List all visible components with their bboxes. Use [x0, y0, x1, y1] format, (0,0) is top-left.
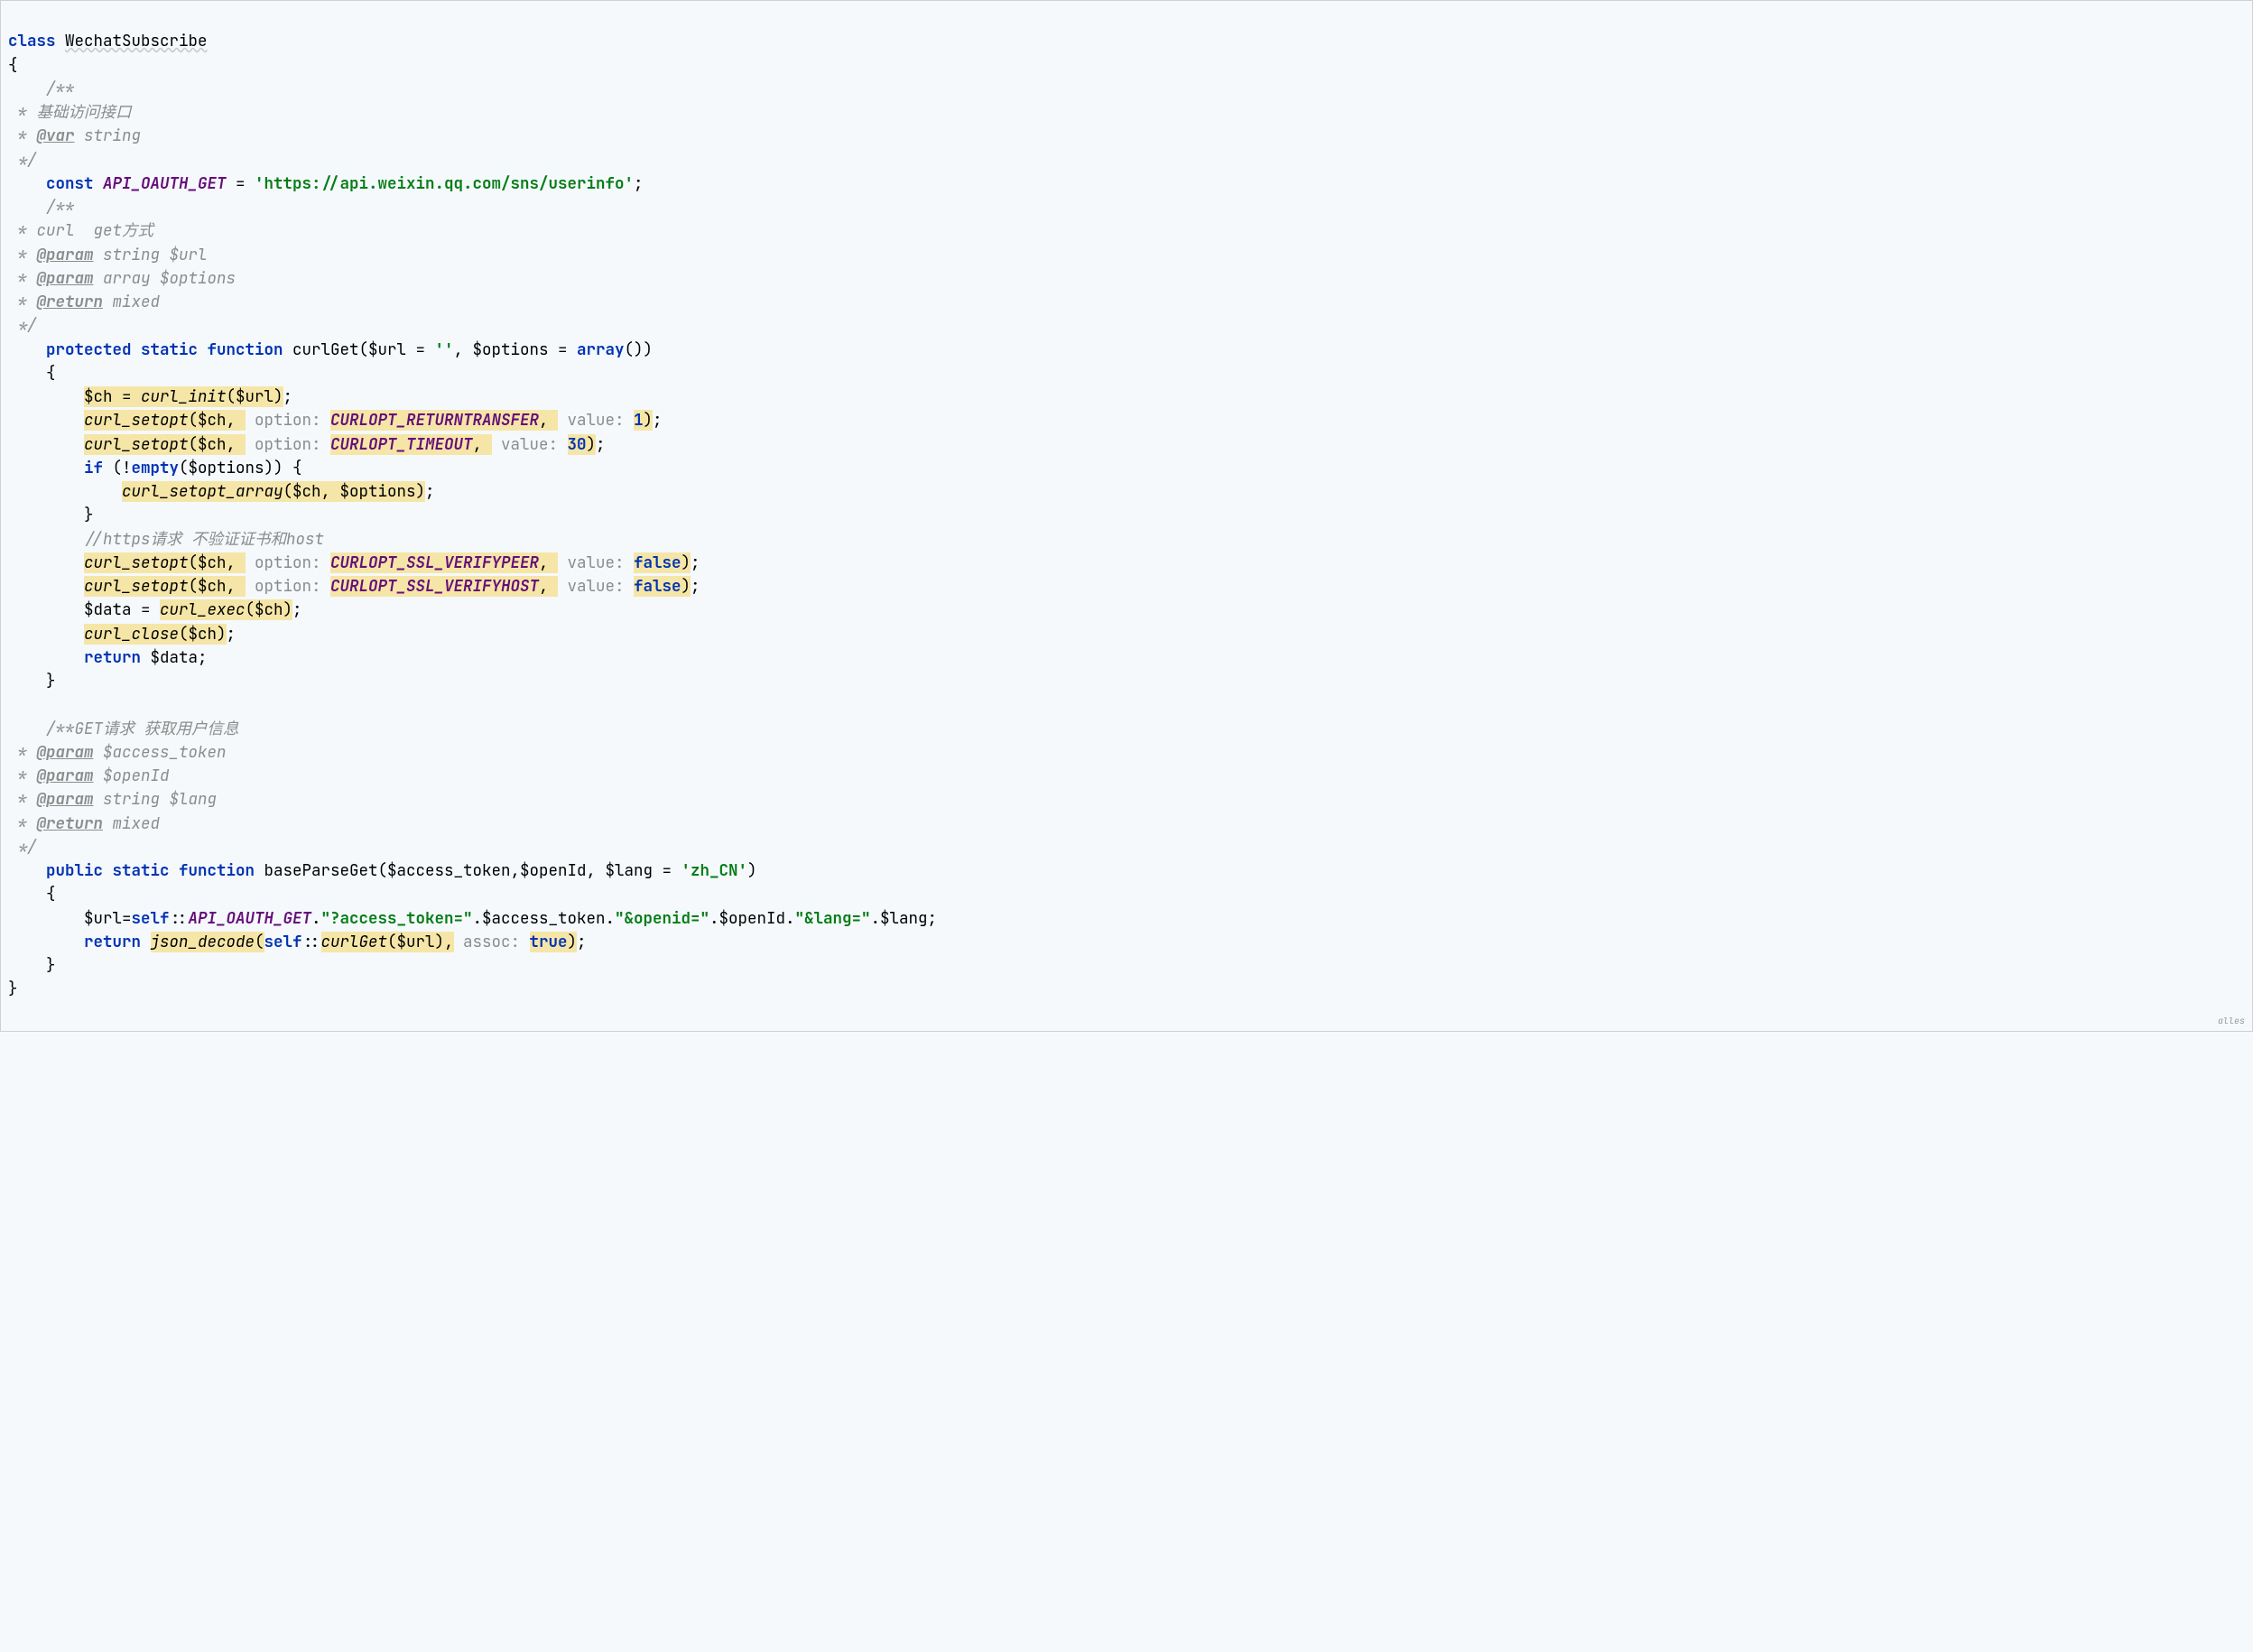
doc-tag-param: @param	[37, 268, 94, 289]
doc-param: array $options	[94, 268, 236, 289]
keyword-static: static	[141, 339, 198, 360]
string-literal: "?access_token="	[321, 908, 473, 929]
inline-hint: assoc:	[463, 932, 530, 952]
brace-close: }	[8, 979, 18, 999]
class-name: WechatSubscribe	[65, 31, 208, 51]
doc-param: $access_token	[94, 742, 227, 763]
keyword-protected: protected	[46, 339, 132, 360]
string-literal: ''	[435, 339, 454, 360]
doc-param: string $url	[94, 245, 208, 265]
keyword-return: return	[84, 647, 141, 668]
docblock-line: *	[8, 813, 37, 834]
doc-param: string $lang	[94, 789, 218, 810]
docblock-line: *	[8, 789, 37, 810]
keyword-empty: empty	[132, 458, 180, 478]
line-comment: //https请求 不验证证书和host	[84, 529, 324, 550]
highlighted-code: curl_setopt($ch,	[84, 434, 246, 455]
docblock-line: *	[8, 125, 37, 146]
const-name: API_OAUTH_GET	[103, 173, 227, 194]
docblock-line: /**GET请求 获取用户信息	[46, 719, 239, 739]
docblock-close: */	[8, 315, 37, 336]
doc-tag-param: @param	[37, 742, 94, 763]
keyword-self: self	[132, 908, 170, 929]
docblock-line: *	[8, 268, 37, 289]
docblock-close: */	[8, 150, 37, 171]
variable: $url	[84, 908, 122, 929]
param: $url	[368, 339, 406, 360]
doc-return: mixed	[103, 292, 160, 312]
param: $options	[473, 339, 549, 360]
docblock-line: *	[8, 742, 37, 763]
doc-tag-param: @param	[37, 789, 94, 810]
keyword-class: class	[8, 31, 56, 51]
code-editor[interactable]: class WechatSubscribe { /** * 基础访问接口 * @…	[0, 0, 2253, 1032]
variable: $data	[151, 647, 199, 668]
function-name: curlGet	[292, 339, 359, 360]
highlighted-code: curl_setopt($ch,	[84, 410, 246, 431]
doc-tag-return: @return	[37, 813, 104, 834]
keyword-static: static	[113, 860, 170, 881]
keyword-public: public	[46, 860, 103, 881]
inline-hint: value:	[568, 576, 635, 597]
highlighted-code: json_decode(	[151, 932, 264, 952]
function-name: baseParseGet	[264, 860, 378, 881]
variable: $data	[84, 599, 132, 620]
keyword-if: if	[84, 458, 103, 478]
highlighted-code: curl_setopt($ch,	[84, 552, 246, 573]
watermark: alles	[2218, 1014, 2245, 1027]
keyword-array: array	[577, 339, 625, 360]
doc-tag-return: @return	[37, 292, 104, 312]
doc-type: string	[75, 125, 142, 146]
doc-tag-param: @param	[37, 245, 94, 265]
docblock-line: *	[8, 292, 37, 312]
highlighted-code: $ch = curl_init($url)	[84, 386, 283, 407]
highlighted-code: curl_setopt($ch,	[84, 576, 246, 597]
inline-hint: value:	[568, 410, 635, 431]
keyword-return: return	[84, 932, 141, 952]
highlighted-code: curl_close($ch)	[84, 624, 227, 645]
doc-param: $openId	[94, 766, 170, 786]
docblock-open: /**	[46, 197, 75, 218]
keyword-function: function	[208, 339, 283, 360]
string-literal: "&openid="	[615, 908, 709, 929]
doc-tag-var: @var	[37, 125, 75, 146]
docblock-open: /**	[46, 79, 75, 99]
param: $openId	[520, 860, 587, 881]
inline-hint: option:	[255, 434, 330, 455]
inline-hint: value:	[501, 434, 568, 455]
string-literal: 'zh_CN'	[681, 860, 748, 881]
const-ref: API_OAUTH_GET	[189, 908, 312, 929]
inline-hint: value:	[568, 552, 635, 573]
docblock-line: * 基础访问接口	[8, 102, 132, 123]
param: $access_token	[387, 860, 511, 881]
keyword-function: function	[179, 860, 255, 881]
highlighted-code: curl_setopt_array($ch, $options)	[122, 481, 425, 502]
docblock-line: *	[8, 245, 37, 265]
param: $lang	[606, 860, 654, 881]
string-literal: 'https://api.weixin.qq.com/sns/userinfo'	[255, 173, 634, 194]
doc-tag-param: @param	[37, 766, 94, 786]
keyword-self: self	[264, 932, 302, 952]
inline-hint: option:	[255, 410, 330, 431]
inline-hint: option:	[255, 552, 330, 573]
docblock-line: *	[8, 766, 37, 786]
brace-open: {	[8, 55, 18, 76]
string-literal: "&lang="	[795, 908, 871, 929]
inline-hint: option:	[255, 576, 330, 597]
docblock-line: * curl get方式	[8, 220, 153, 241]
doc-return: mixed	[103, 813, 160, 834]
keyword-const: const	[46, 173, 94, 194]
highlighted-code: curl_exec($ch)	[160, 599, 292, 620]
docblock-close: */	[8, 837, 37, 858]
